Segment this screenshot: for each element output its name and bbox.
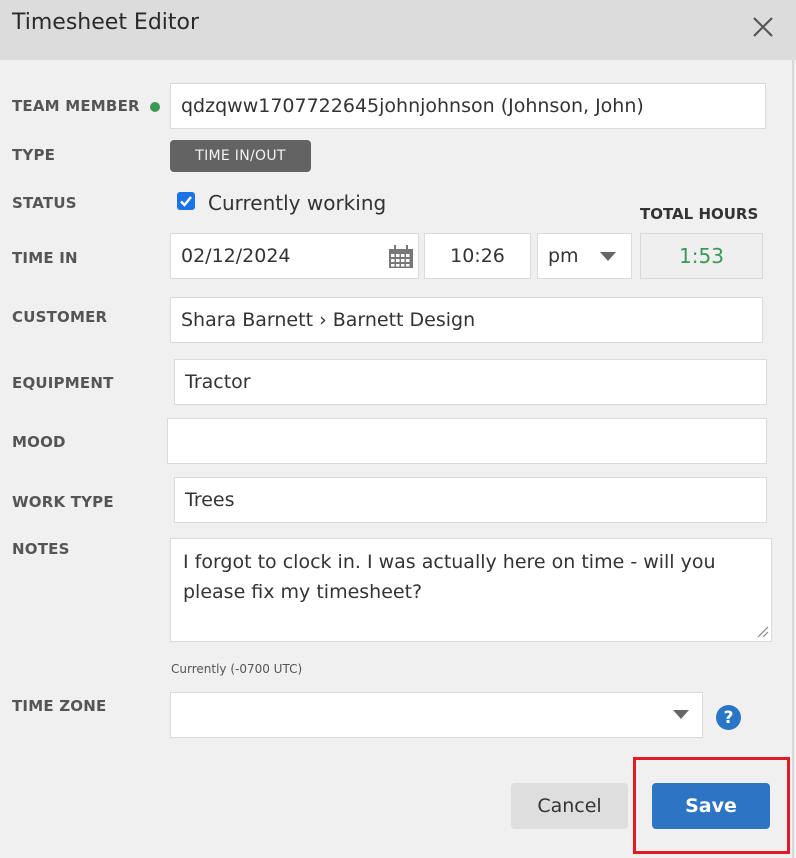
current-timezone-note: Currently (-0700 UTC) bbox=[171, 662, 303, 676]
team-member-label: TEAM MEMBER bbox=[12, 97, 140, 115]
meridiem-value: pm bbox=[548, 245, 579, 267]
type-label: TYPE bbox=[12, 146, 56, 164]
equipment-field[interactable]: Tractor bbox=[174, 359, 767, 405]
dialog-header: Timesheet Editor bbox=[0, 0, 796, 60]
time-in-date-value: 02/12/2024 bbox=[181, 245, 291, 267]
type-badge: TIME IN/OUT bbox=[170, 140, 311, 172]
cancel-button[interactable]: Cancel bbox=[511, 783, 628, 829]
customer-field[interactable]: Shara Barnett › Barnett Design bbox=[170, 297, 763, 343]
currently-working-label[interactable]: Currently working bbox=[208, 191, 386, 215]
time-zone-select[interactable] bbox=[170, 692, 703, 738]
time-in-label: TIME IN bbox=[12, 249, 78, 267]
online-status-dot bbox=[150, 102, 160, 112]
work-type-label: WORK TYPE bbox=[12, 493, 114, 511]
status-label: STATUS bbox=[12, 194, 77, 212]
customer-label: CUSTOMER bbox=[12, 308, 108, 326]
meridiem-select[interactable]: pm bbox=[537, 233, 632, 279]
time-in-time-input[interactable]: 10:26 bbox=[424, 233, 531, 279]
meridiem-chevron-down-icon bbox=[600, 252, 616, 261]
mood-label: MOOD bbox=[12, 433, 66, 451]
work-type-field[interactable]: Trees bbox=[174, 477, 767, 523]
total-hours-value: 1:53 bbox=[640, 233, 763, 279]
dialog-title: Timesheet Editor bbox=[12, 10, 200, 35]
equipment-label: EQUIPMENT bbox=[12, 374, 114, 392]
notes-textarea[interactable]: I forgot to clock in. I was actually her… bbox=[170, 538, 772, 642]
help-icon[interactable]: ? bbox=[716, 705, 741, 730]
notes-label: NOTES bbox=[12, 540, 70, 558]
close-icon bbox=[753, 17, 773, 37]
team-member-field[interactable]: qdzqww1707722645johnjohnson (Johnson, Jo… bbox=[170, 83, 766, 129]
dialog-edge bbox=[792, 60, 794, 858]
mood-field[interactable] bbox=[167, 418, 767, 464]
time-zone-chevron-down-icon bbox=[673, 710, 689, 719]
close-button[interactable] bbox=[748, 12, 778, 42]
total-hours-label: TOTAL HOURS bbox=[640, 205, 759, 223]
time-zone-label: TIME ZONE bbox=[12, 697, 107, 715]
save-highlight-annotation bbox=[633, 757, 790, 854]
time-in-date-input[interactable]: 02/12/2024 bbox=[170, 233, 419, 279]
calendar-icon[interactable] bbox=[388, 245, 414, 269]
resize-grip-icon[interactable] bbox=[755, 624, 769, 638]
checkmark-icon bbox=[180, 196, 192, 207]
currently-working-checkbox[interactable] bbox=[177, 192, 195, 210]
